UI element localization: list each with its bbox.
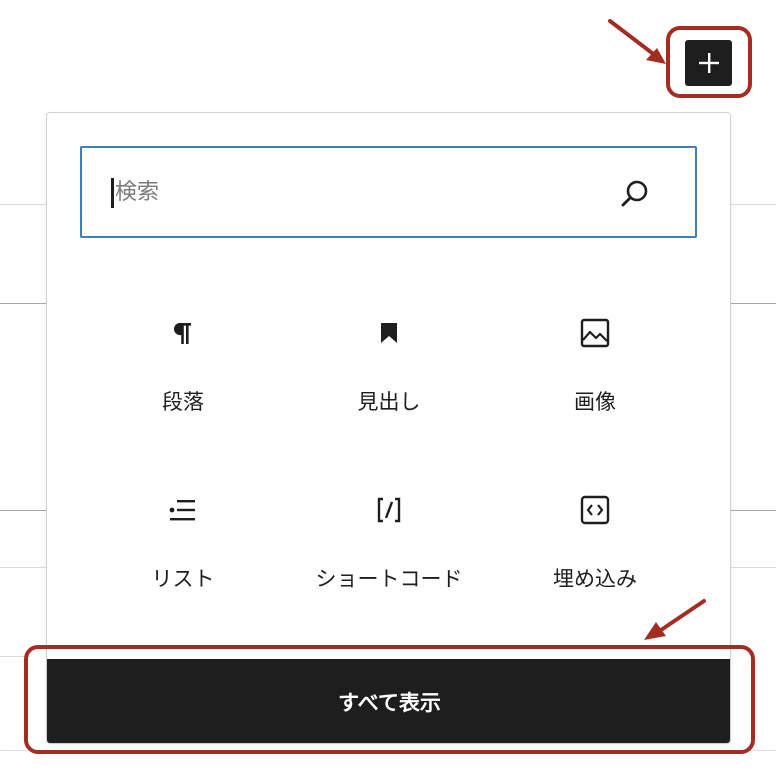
highlight-box — [24, 645, 755, 754]
annotation-arrow-icon — [608, 19, 666, 64]
editor-divider — [0, 303, 46, 304]
editor-divider — [0, 204, 46, 205]
image-icon — [580, 318, 610, 348]
block-label: リスト — [151, 567, 215, 591]
search-icon[interactable] — [619, 178, 651, 210]
block-label: 見出し — [357, 390, 421, 414]
editor-divider — [731, 510, 776, 511]
text-caret — [111, 178, 114, 208]
editor-divider — [731, 204, 776, 205]
list-icon — [169, 500, 195, 521]
highlight-box — [666, 26, 752, 98]
editor-divider — [0, 510, 46, 511]
block-item-shortcode[interactable]: ショートコード — [289, 494, 489, 604]
block-label: 段落 — [162, 390, 204, 414]
block-item-heading[interactable]: 見出し — [289, 317, 489, 427]
block-label: ショートコード — [315, 567, 463, 591]
block-label: 画像 — [574, 390, 616, 414]
block-item-image[interactable]: 画像 — [495, 317, 695, 427]
editor-divider — [731, 567, 776, 568]
paragraph-icon — [174, 323, 191, 344]
bookmark-icon — [381, 323, 397, 343]
embed-icon — [580, 495, 610, 525]
shortcode-icon — [377, 497, 401, 523]
block-item-list[interactable]: リスト — [83, 494, 283, 604]
editor-divider — [731, 303, 776, 304]
search-placeholder: 検索 — [115, 180, 160, 205]
block-item-embed[interactable]: 埋め込み — [495, 494, 695, 604]
block-label: 埋め込み — [553, 567, 637, 591]
annotation-arrow-icon — [644, 599, 706, 640]
editor-divider — [0, 567, 46, 568]
block-item-paragraph[interactable]: 段落 — [83, 317, 283, 427]
search-input[interactable]: 検索 — [80, 146, 697, 238]
